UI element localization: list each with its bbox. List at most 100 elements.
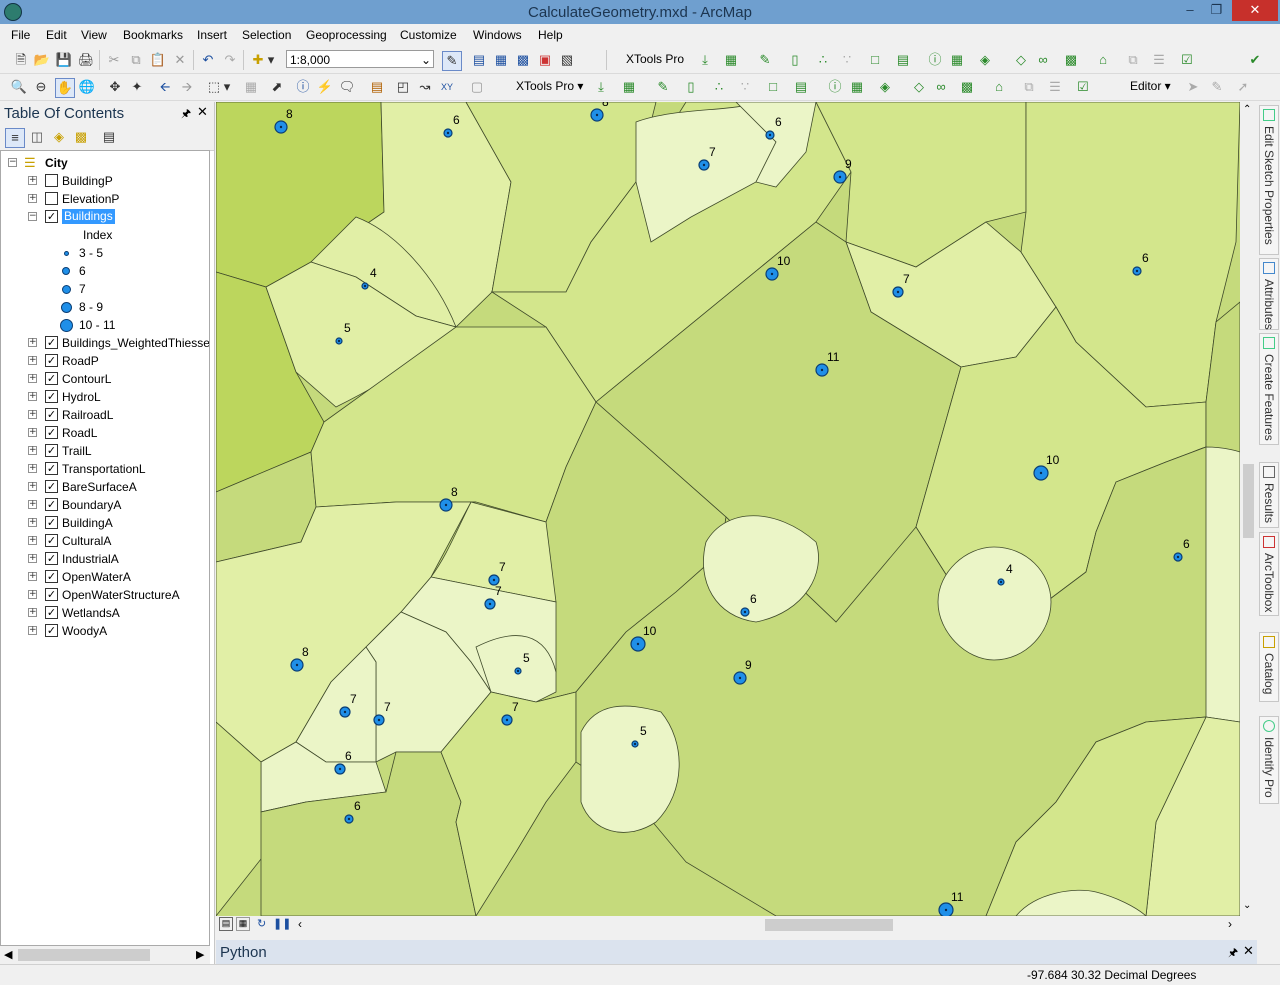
layer-label[interactable]: Buildings [62,209,115,224]
hyperlink-icon[interactable]: ⚡ [316,78,334,96]
layout-view-icon[interactable]: ▤ [470,51,488,69]
xtools-check-icon[interactable]: ☑ [1178,51,1196,69]
layer-buildingp[interactable]: + BuildingP [1,172,209,190]
xtools-convert-icon[interactable]: □ [866,51,884,69]
xtools-home2-icon[interactable]: ⌂ [990,78,1008,96]
print-icon[interactable]: 🖨 [77,51,95,69]
scroll-down-icon[interactable]: ⌄ [1243,900,1251,911]
menu-customize[interactable]: Customize [400,28,457,42]
xtools-import2-icon[interactable]: ⤓ [592,78,610,96]
editor-toolbar-icon[interactable]: ✎ [442,51,462,71]
layer-label[interactable]: WetlandsA [62,606,120,620]
select-dropdown-icon[interactable]: ▾ [222,78,232,96]
xtools-home-icon[interactable]: ⌂ [1094,51,1112,69]
layer-visibility-checkbox[interactable]: ✓ [45,516,58,529]
toc-close-icon[interactable]: ✕ [197,104,208,120]
menu-help[interactable]: Help [538,28,563,42]
layer-roadl[interactable]: + ✓ RoadL [1,424,209,442]
layer-culturala[interactable]: + ✓ CulturalA [1,532,209,550]
layer-railroadl[interactable]: + ✓ RailroadL [1,406,209,424]
layer-visibility-checkbox[interactable]: ✓ [45,624,58,637]
copy-icon[interactable]: ⧉ [127,51,145,69]
open-folder-icon[interactable]: 📂 [33,51,51,69]
chevron-down-icon[interactable]: ⌄ [421,51,431,69]
xtools-layers-icon[interactable]: ◈ [976,51,994,69]
list-by-source-icon[interactable]: ◫ [28,128,46,146]
layer-label[interactable]: RailroadL [62,408,113,422]
xtools-feature2-icon[interactable]: ▤ [792,78,810,96]
layer-visibility-checkbox[interactable]: ✓ [45,552,58,565]
xtools-table2-icon[interactable]: ▦ [620,78,638,96]
xtools-merge-icon[interactable]: ∵ [838,51,856,69]
layer-hydrol[interactable]: + ✓ HydroL [1,388,209,406]
layer-buildings-weightedthiesse[interactable]: + ✓ Buildings_WeightedThiesse [1,334,209,352]
xtools-link2-icon[interactable]: ∞ [932,78,950,96]
cut-icon[interactable]: ✂ [105,51,123,69]
layer-woodya[interactable]: + ✓ WoodyA [1,622,209,640]
full-extent-icon[interactable]: 🌐 [78,78,96,96]
arctoolbox-icon[interactable]: ▣ [536,51,554,69]
expand-icon[interactable]: + [28,482,37,491]
layer-visibility-checkbox[interactable]: ✓ [45,498,58,511]
edit-tool-icon[interactable]: ➤ [1184,78,1202,96]
scroll-right-icon[interactable]: ▶ [196,948,204,961]
layer-visibility-checkbox[interactable]: ✓ [45,390,58,403]
layer-industriala[interactable]: + ✓ IndustrialA [1,550,209,568]
xtools-check2-icon[interactable]: ☑ [1074,78,1092,96]
layer-label[interactable]: BuildingA [62,516,113,530]
paste-icon[interactable]: 📋 [149,51,167,69]
find-route-icon[interactable]: ↝ [416,78,434,96]
expand-icon[interactable]: + [28,410,37,419]
pause-drawing-icon[interactable]: ❚❚ [273,917,291,930]
dock-tab-identify-pro[interactable]: Identify Pro [1259,716,1279,804]
add-data-dropdown-icon[interactable]: ▾ [266,51,276,69]
xtools-tag2-icon[interactable]: ◇ [910,78,928,96]
map-horizontal-scrollbar[interactable]: ▤ ▦ ↻ ❚❚ ‹ › [216,916,1257,934]
select-features-icon[interactable]: ⬚ [205,78,223,96]
menu-edit[interactable]: Edit [46,28,67,42]
clear-selection-icon[interactable]: ▦ [242,78,260,96]
dock-tab-results[interactable]: Results [1259,462,1279,528]
layer-baresurfacea[interactable]: + ✓ BareSurfaceA [1,478,209,496]
layer-label[interactable]: OpenWaterA [62,570,131,584]
layer-buildings[interactable]: − ✓ Buildings [1,208,209,226]
go-to-xy-icon[interactable]: XY [438,78,456,96]
expand-icon[interactable]: + [28,374,37,383]
scrollbar-thumb[interactable] [1243,464,1254,538]
scrollbar-thumb[interactable] [18,949,150,961]
dock-tab-catalog[interactable]: Catalog [1259,632,1279,702]
expand-icon[interactable]: + [28,176,37,185]
catalog-window-icon[interactable]: ▦ [492,51,510,69]
layer-visibility-checkbox[interactable]: ✓ [45,336,58,349]
add-data-icon[interactable]: ✚ [249,51,267,69]
xtools-list-icon[interactable]: ☰ [1150,51,1168,69]
pan-hand-icon[interactable]: ✋ [55,78,75,98]
map-vertical-scrollbar[interactable]: ⌃ ⌄ [1240,102,1257,916]
search-window-icon[interactable]: ▩ [514,51,532,69]
expand-icon[interactable]: + [28,428,37,437]
undo-icon[interactable]: ↶ [199,51,217,69]
menu-windows[interactable]: Windows [473,28,522,42]
menu-bookmarks[interactable]: Bookmarks [123,28,183,42]
redo-icon[interactable]: ↷ [221,51,239,69]
collapse-icon[interactable]: − [8,158,17,167]
expand-icon[interactable]: + [28,572,37,581]
sketch-tool-icon[interactable]: ➚ [1234,78,1252,96]
xtools-copy-icon[interactable]: ⧉ [1124,51,1142,69]
dock-tab-edit-sketch-properties[interactable]: Edit Sketch Properties [1259,105,1279,255]
xtools-edit-icon[interactable]: ✎ [756,51,774,69]
edit-annotation-icon[interactable]: ✎ [1208,78,1226,96]
layer-visibility-checkbox[interactable]: ✓ [45,426,58,439]
dock-tab-create-features[interactable]: Create Features [1259,333,1279,445]
expand-icon[interactable]: + [28,356,37,365]
layout-view-icon[interactable]: ▦ [236,917,250,931]
layer-traill[interactable]: + ✓ TrailL [1,442,209,460]
layer-visibility-checkbox[interactable]: ✓ [45,444,58,457]
xtools-shape2-icon[interactable]: ▯ [682,78,700,96]
xtools-copy2-icon[interactable]: ⧉ [1020,78,1038,96]
layer-wetlandsa[interactable]: + ✓ WetlandsA [1,604,209,622]
fixed-zoom-out-icon[interactable]: ✦ [128,78,146,96]
expand-icon[interactable]: + [28,536,37,545]
python-window-icon[interactable]: ▧ [558,51,576,69]
menu-geoprocessing[interactable]: Geoprocessing [306,28,387,42]
